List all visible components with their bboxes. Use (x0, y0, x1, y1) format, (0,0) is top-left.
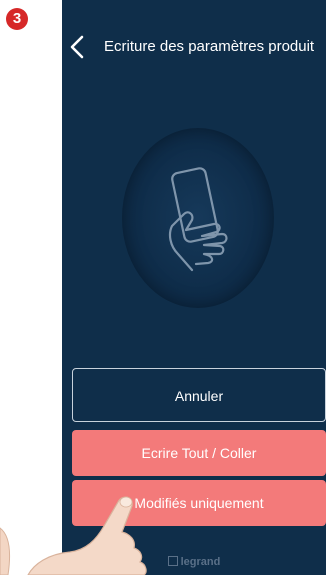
brand-name: legrand (180, 556, 221, 568)
write-all-paste-button[interactable]: Ecrire Tout / Coller (72, 430, 326, 476)
footer-brand: legrand (62, 556, 326, 568)
illustration-circle (122, 128, 274, 308)
modified-only-button[interactable]: Modifiés uniquement (72, 480, 326, 526)
app-screen: Ecriture des paramètres produit Annuler … (62, 0, 326, 575)
chevron-left-icon[interactable] (68, 34, 86, 60)
cancel-button[interactable]: Annuler (72, 368, 326, 422)
header: Ecriture des paramètres produit (62, 30, 326, 64)
page-title: Ecriture des paramètres produit (104, 38, 315, 55)
step-number-badge: 3 (6, 8, 28, 30)
hand-holding-phone-icon (168, 167, 228, 272)
legrand-logo-icon (167, 556, 178, 566)
